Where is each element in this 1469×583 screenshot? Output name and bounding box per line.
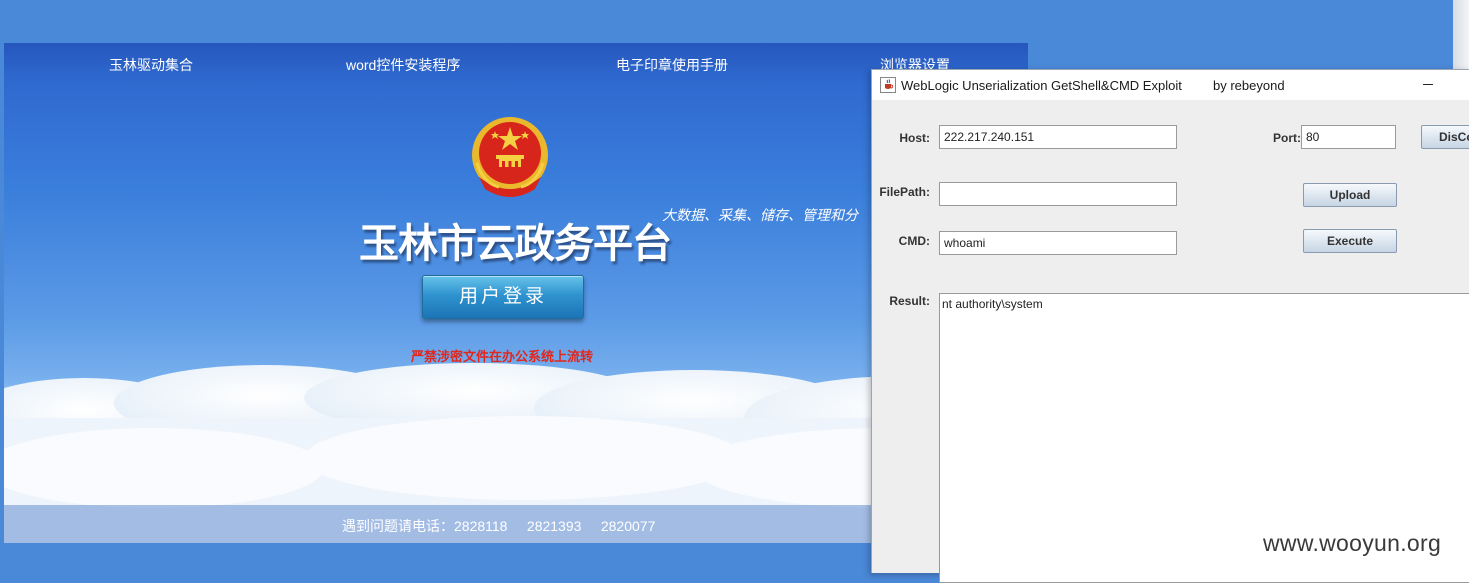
disconnect-button[interactable]: DisCo	[1421, 125, 1469, 149]
nav-seal-manual[interactable]: 电子印章使用手册	[616, 55, 728, 75]
window-author: by rebeyond	[1213, 78, 1285, 93]
filepath-input[interactable]	[939, 182, 1177, 206]
execute-button[interactable]: Execute	[1303, 229, 1397, 253]
upload-button[interactable]: Upload	[1303, 183, 1397, 207]
port-input[interactable]	[1301, 125, 1396, 149]
cmd-input[interactable]	[939, 231, 1177, 255]
java-cup-icon	[880, 77, 896, 93]
window-title: WebLogic Unserialization GetShell&CMD Ex…	[901, 78, 1182, 93]
cmd-label: CMD:	[898, 234, 930, 248]
window-titlebar[interactable]: WebLogic Unserialization GetShell&CMD Ex…	[872, 70, 1469, 100]
result-label: Result:	[889, 294, 930, 308]
minimize-icon[interactable]	[1423, 84, 1433, 85]
host-label: Host:	[899, 131, 930, 145]
host-input[interactable]	[939, 125, 1177, 149]
filepath-label: FilePath:	[879, 185, 930, 199]
user-login-button[interactable]: 用户登录	[422, 275, 584, 319]
port-label: Port:	[1273, 131, 1301, 145]
national-emblem-icon	[472, 117, 548, 197]
nav-word-installer[interactable]: word控件安装程序	[346, 55, 460, 75]
platform-title: 玉林市云政务平台	[359, 222, 672, 266]
slogan: 大数据、采集、储存、管理和分	[662, 208, 858, 224]
exploit-window: WebLogic Unserialization GetShell&CMD Ex…	[871, 69, 1469, 583]
nav-driver-collection[interactable]: 玉林驱动集合	[109, 55, 193, 75]
footer-phone-text: 遇到问题请电话：2828118 2821393 2820077	[342, 518, 656, 534]
site-watermark: www.wooyun.org	[1263, 530, 1442, 556]
